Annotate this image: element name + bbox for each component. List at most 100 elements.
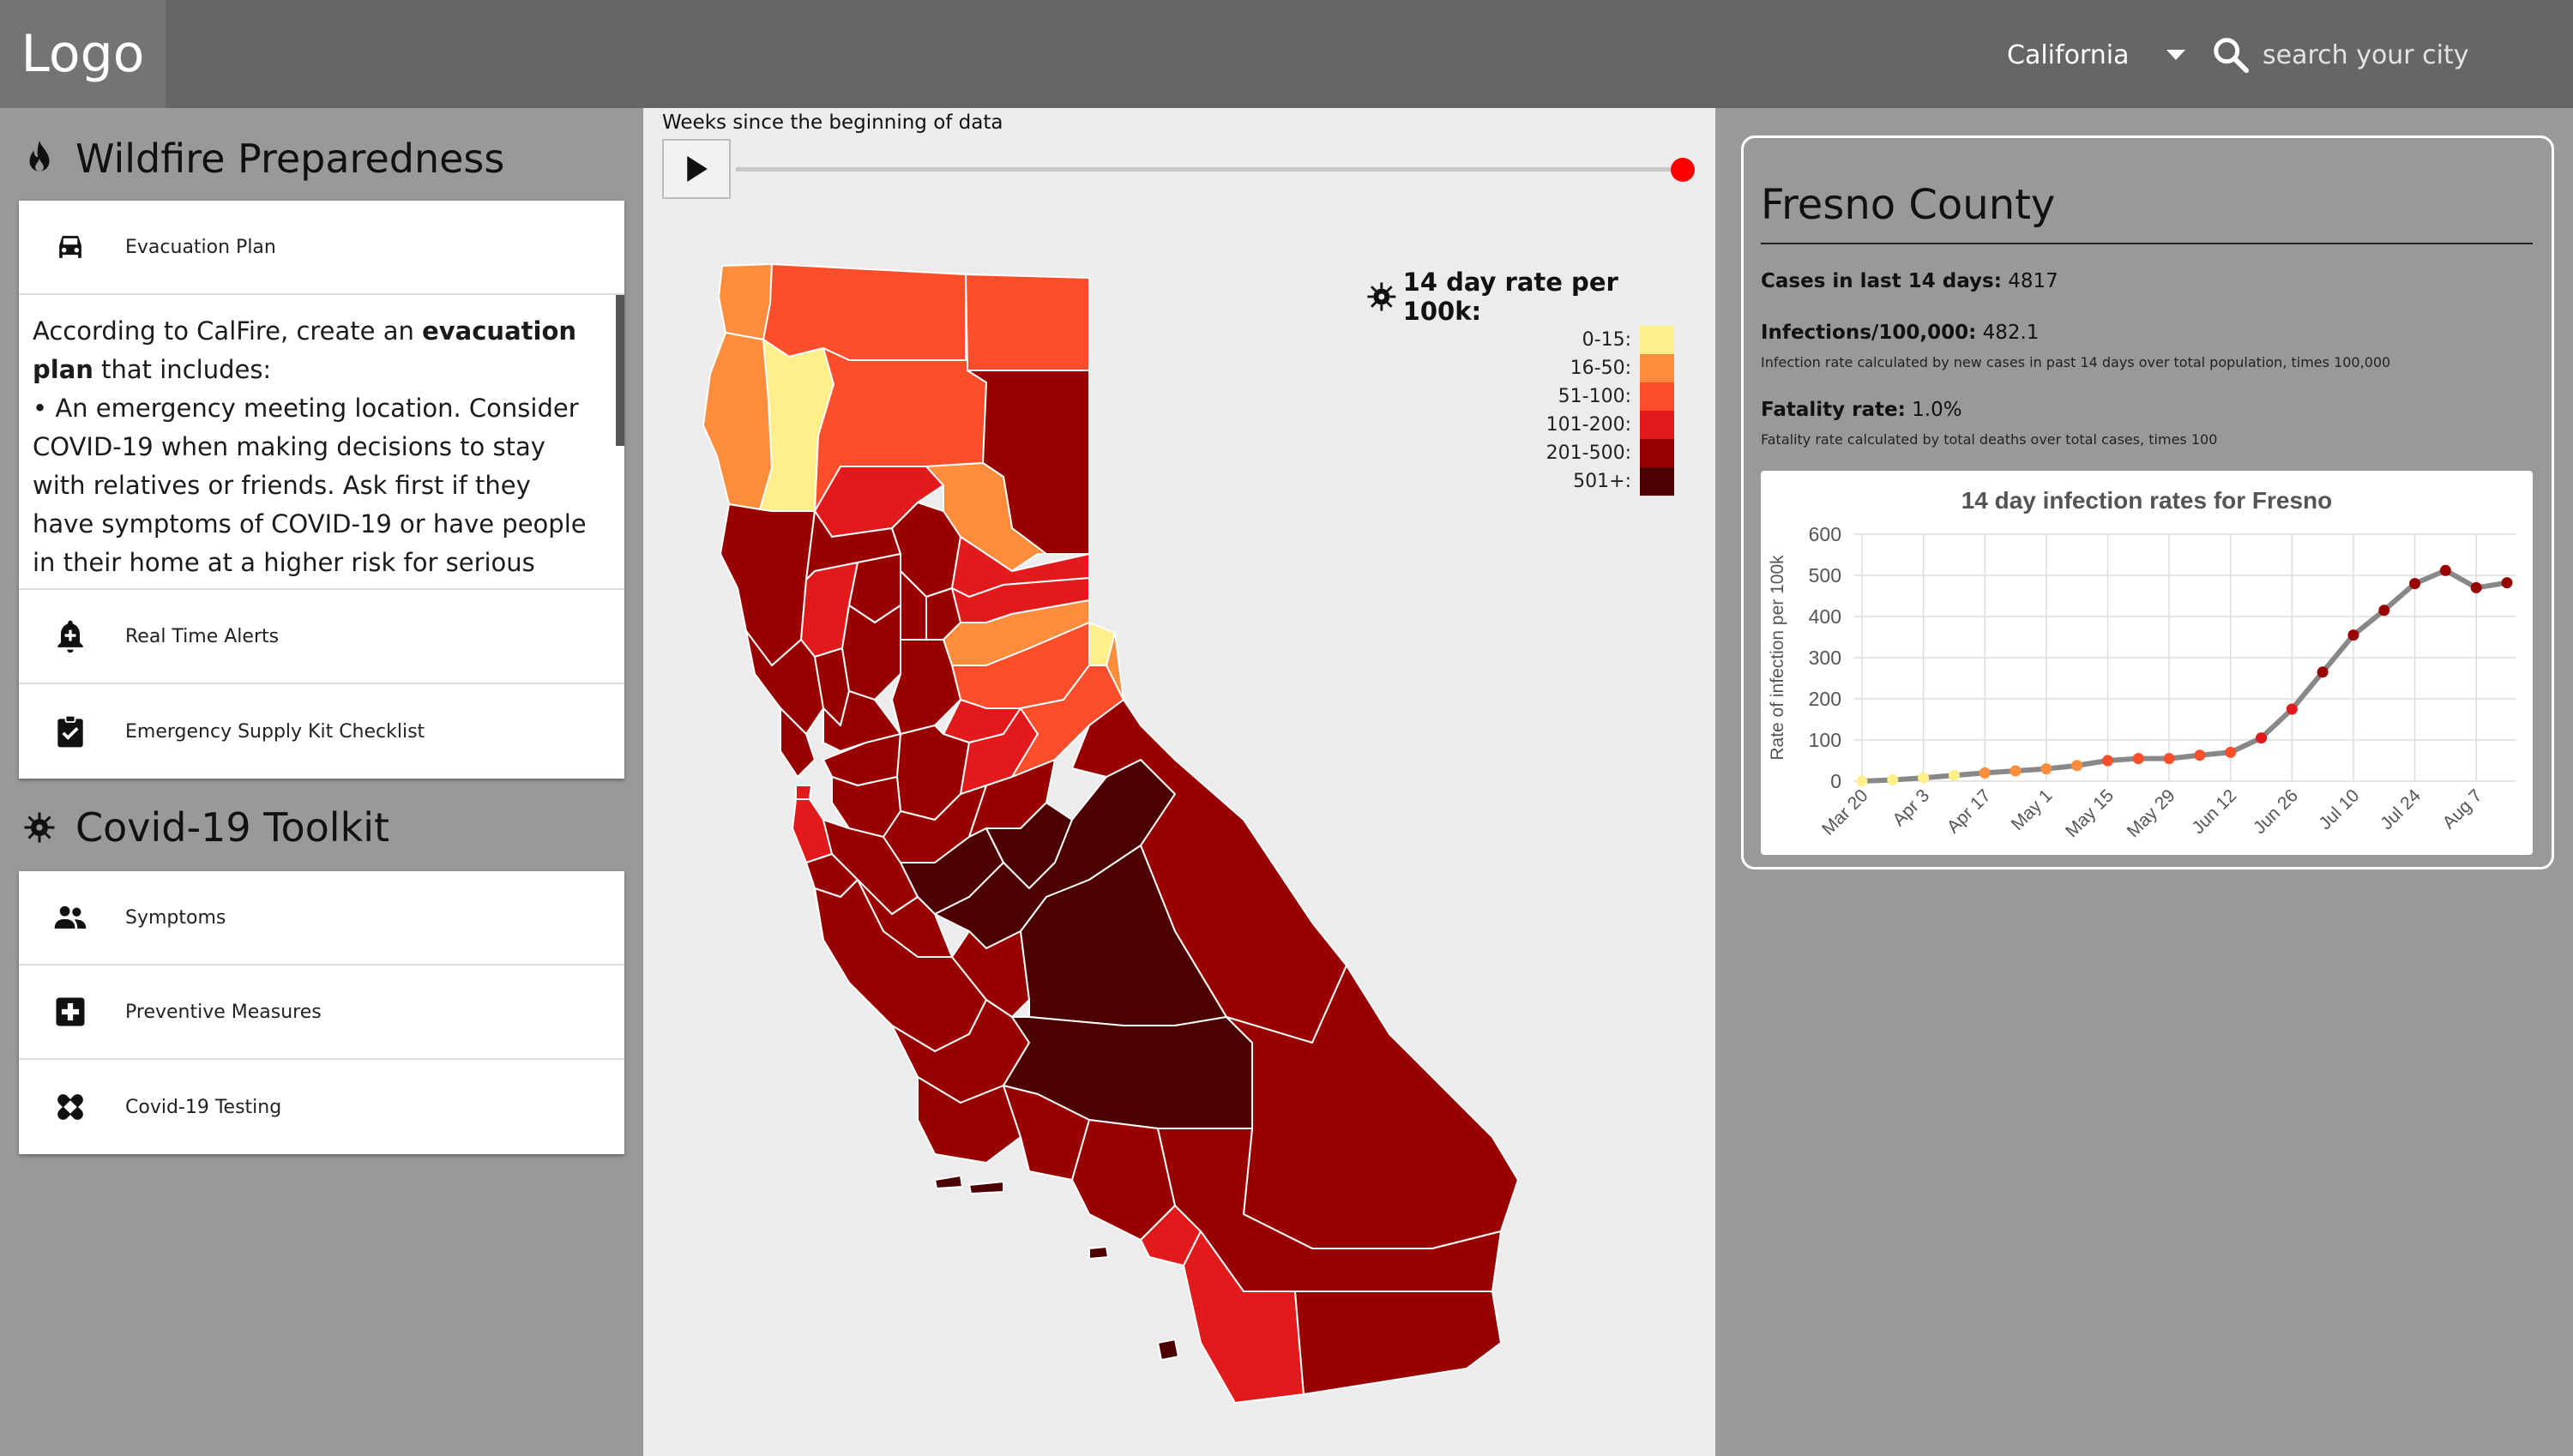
legend-item: 501+: (1365, 467, 1674, 496)
x-tick-label: Jul 10 (2316, 785, 2364, 833)
data-point (2010, 765, 2022, 777)
county-yolo[interactable] (841, 605, 901, 701)
scrollbar-thumb[interactable] (616, 295, 624, 446)
sidebar-item-evacuation-plan[interactable]: Evacuation Plan (19, 201, 624, 295)
infections-label: Infections/100,000: (1761, 322, 1977, 344)
cases-stat: Cases in last 14 days: 4817 (1761, 270, 2058, 292)
chevron-down-icon (2166, 50, 2186, 60)
sidebar-item-real-time-alerts[interactable]: Real Time Alerts (19, 590, 624, 684)
legend-swatch (1640, 467, 1674, 496)
data-point (2256, 732, 2268, 744)
sidebar-item-covid-testing[interactable]: Covid-19 Testing (19, 1060, 624, 1154)
legend-label: 16-50: (1570, 358, 1631, 379)
data-point (2378, 605, 2390, 617)
data-point (2071, 760, 2083, 772)
data-point (2194, 749, 2206, 761)
legend-label: 101-200: (1546, 414, 1631, 436)
y-axis-label: Rate of infection per 100k (1768, 555, 1787, 761)
chart-title: 14 day infection rates for Fresno (1961, 487, 2333, 514)
legend-item: 0-15: (1365, 326, 1674, 354)
county-del-norte[interactable] (718, 263, 773, 340)
x-tick-label: Apr 3 (1889, 785, 1933, 830)
sidebar-item-label: Covid-19 Testing (125, 1096, 282, 1118)
y-tick-label: 100 (1809, 729, 1841, 751)
legend-title-text: 14 day rate per 100k: (1402, 268, 1618, 326)
covid-title: Covid-19 Toolkit (75, 804, 390, 851)
wildfire-card: Evacuation Plan According to CalFire, cr… (19, 201, 624, 779)
channel-island (1088, 1246, 1109, 1260)
county-modoc[interactable] (965, 274, 1090, 371)
legend-label: 0-15: (1582, 329, 1631, 351)
evac-bullet: • An emergency meeting location. Conside… (33, 394, 587, 588)
data-point (2470, 581, 2482, 593)
channel-island (968, 1181, 1004, 1194)
evac-intro: According to CalFire, create an (33, 316, 423, 346)
infections-value: 482.1 (1982, 322, 2040, 344)
data-point (2286, 703, 2298, 715)
city-search (2211, 33, 2468, 77)
fatality-note: Fatality rate calculated by total deaths… (1761, 431, 2218, 448)
data-point (2347, 629, 2359, 641)
state-dropdown[interactable]: California (2007, 34, 2186, 75)
legend-label: 201-500: (1546, 442, 1631, 464)
map-legend: 14 day rate per 100k: 0-15: 16-50: 51-10… (1365, 268, 1674, 496)
map-panel: Weeks since the beginning of data 14 day… (643, 108, 1715, 1456)
state-dropdown-value: California (2007, 39, 2130, 70)
sidebar-item-label: Symptoms (125, 906, 226, 929)
infections-stat: Infections/100,000: 482.1 (1761, 322, 2039, 344)
county-humboldt[interactable] (702, 332, 773, 510)
data-point (2101, 755, 2113, 767)
sidebar-item-preventive-measures[interactable]: Preventive Measures (19, 966, 624, 1060)
data-point (2409, 578, 2421, 590)
logo[interactable]: Logo (0, 0, 166, 108)
fatality-label: Fatality rate: (1761, 399, 1906, 421)
legend-swatch (1640, 326, 1674, 354)
legend-swatch (1640, 439, 1674, 467)
bell-icon (57, 620, 83, 653)
county-name: Fresno County (1761, 181, 2056, 229)
wildfire-title: Wildfire Preparedness (75, 135, 505, 182)
cases-label: Cases in last 14 days: (1761, 270, 2002, 292)
car-icon (59, 236, 81, 258)
y-tick-label: 0 (1830, 770, 1841, 792)
x-tick-label: May 1 (2008, 785, 2057, 834)
legend-swatch (1640, 411, 1674, 439)
data-point (1948, 769, 1960, 781)
data-point (2040, 763, 2052, 775)
county-siskiyou[interactable] (762, 263, 967, 361)
clipboard-check-icon (57, 714, 83, 748)
data-point (2225, 746, 2237, 758)
evacuation-plan-text[interactable]: According to CalFire, create an evacuati… (19, 295, 624, 590)
data-point (2317, 666, 2329, 678)
y-tick-label: 400 (1809, 605, 1841, 628)
county-imperial[interactable] (1294, 1291, 1502, 1395)
y-tick-label: 200 (1809, 688, 1841, 710)
top-navbar: Logo California (0, 0, 2573, 108)
y-tick-label: 600 (1809, 523, 1841, 545)
sidebar-item-label: Real Time Alerts (125, 625, 280, 647)
data-point (1979, 767, 1991, 779)
people-icon (54, 905, 87, 929)
legend-item: 16-50: (1365, 354, 1674, 382)
sidebar-item-symptoms[interactable]: Symptoms (19, 871, 624, 966)
sidebar-item-label: Preventive Measures (125, 1001, 322, 1023)
x-tick-label: Mar 20 (1818, 785, 1871, 839)
search-icon[interactable] (2211, 35, 2251, 75)
data-point (2132, 753, 2144, 765)
sidebar-item-label: Evacuation Plan (125, 236, 276, 258)
county-detail-panel: Fresno County Cases in last 14 days: 481… (1741, 135, 2554, 869)
x-tick-label: Jul 24 (2377, 785, 2425, 833)
x-tick-label: May 15 (2062, 785, 2118, 841)
data-point (2439, 564, 2451, 576)
x-tick-label: Aug 7 (2439, 785, 2486, 833)
infection-rate-chart: 14 day infection rates for Fresno 0 100 200… (1768, 487, 2516, 841)
covid-card: Symptoms Preventive Measures Covid-19 Te… (19, 871, 624, 1154)
search-input[interactable] (2263, 39, 2468, 70)
sidebar-item-emergency-supply-kit[interactable]: Emergency Supply Kit Checklist (19, 684, 624, 779)
legend-item: 201-500: (1365, 439, 1674, 467)
legend-title: 14 day rate per 100k: (1365, 268, 1674, 326)
county-san-francisco[interactable] (795, 785, 812, 800)
infection-rate-chart-card: 14 day infection rates for Fresno 0 100 200… (1761, 471, 2533, 855)
divider (1761, 243, 2533, 244)
sidebar-item-label: Emergency Supply Kit Checklist (125, 720, 425, 743)
